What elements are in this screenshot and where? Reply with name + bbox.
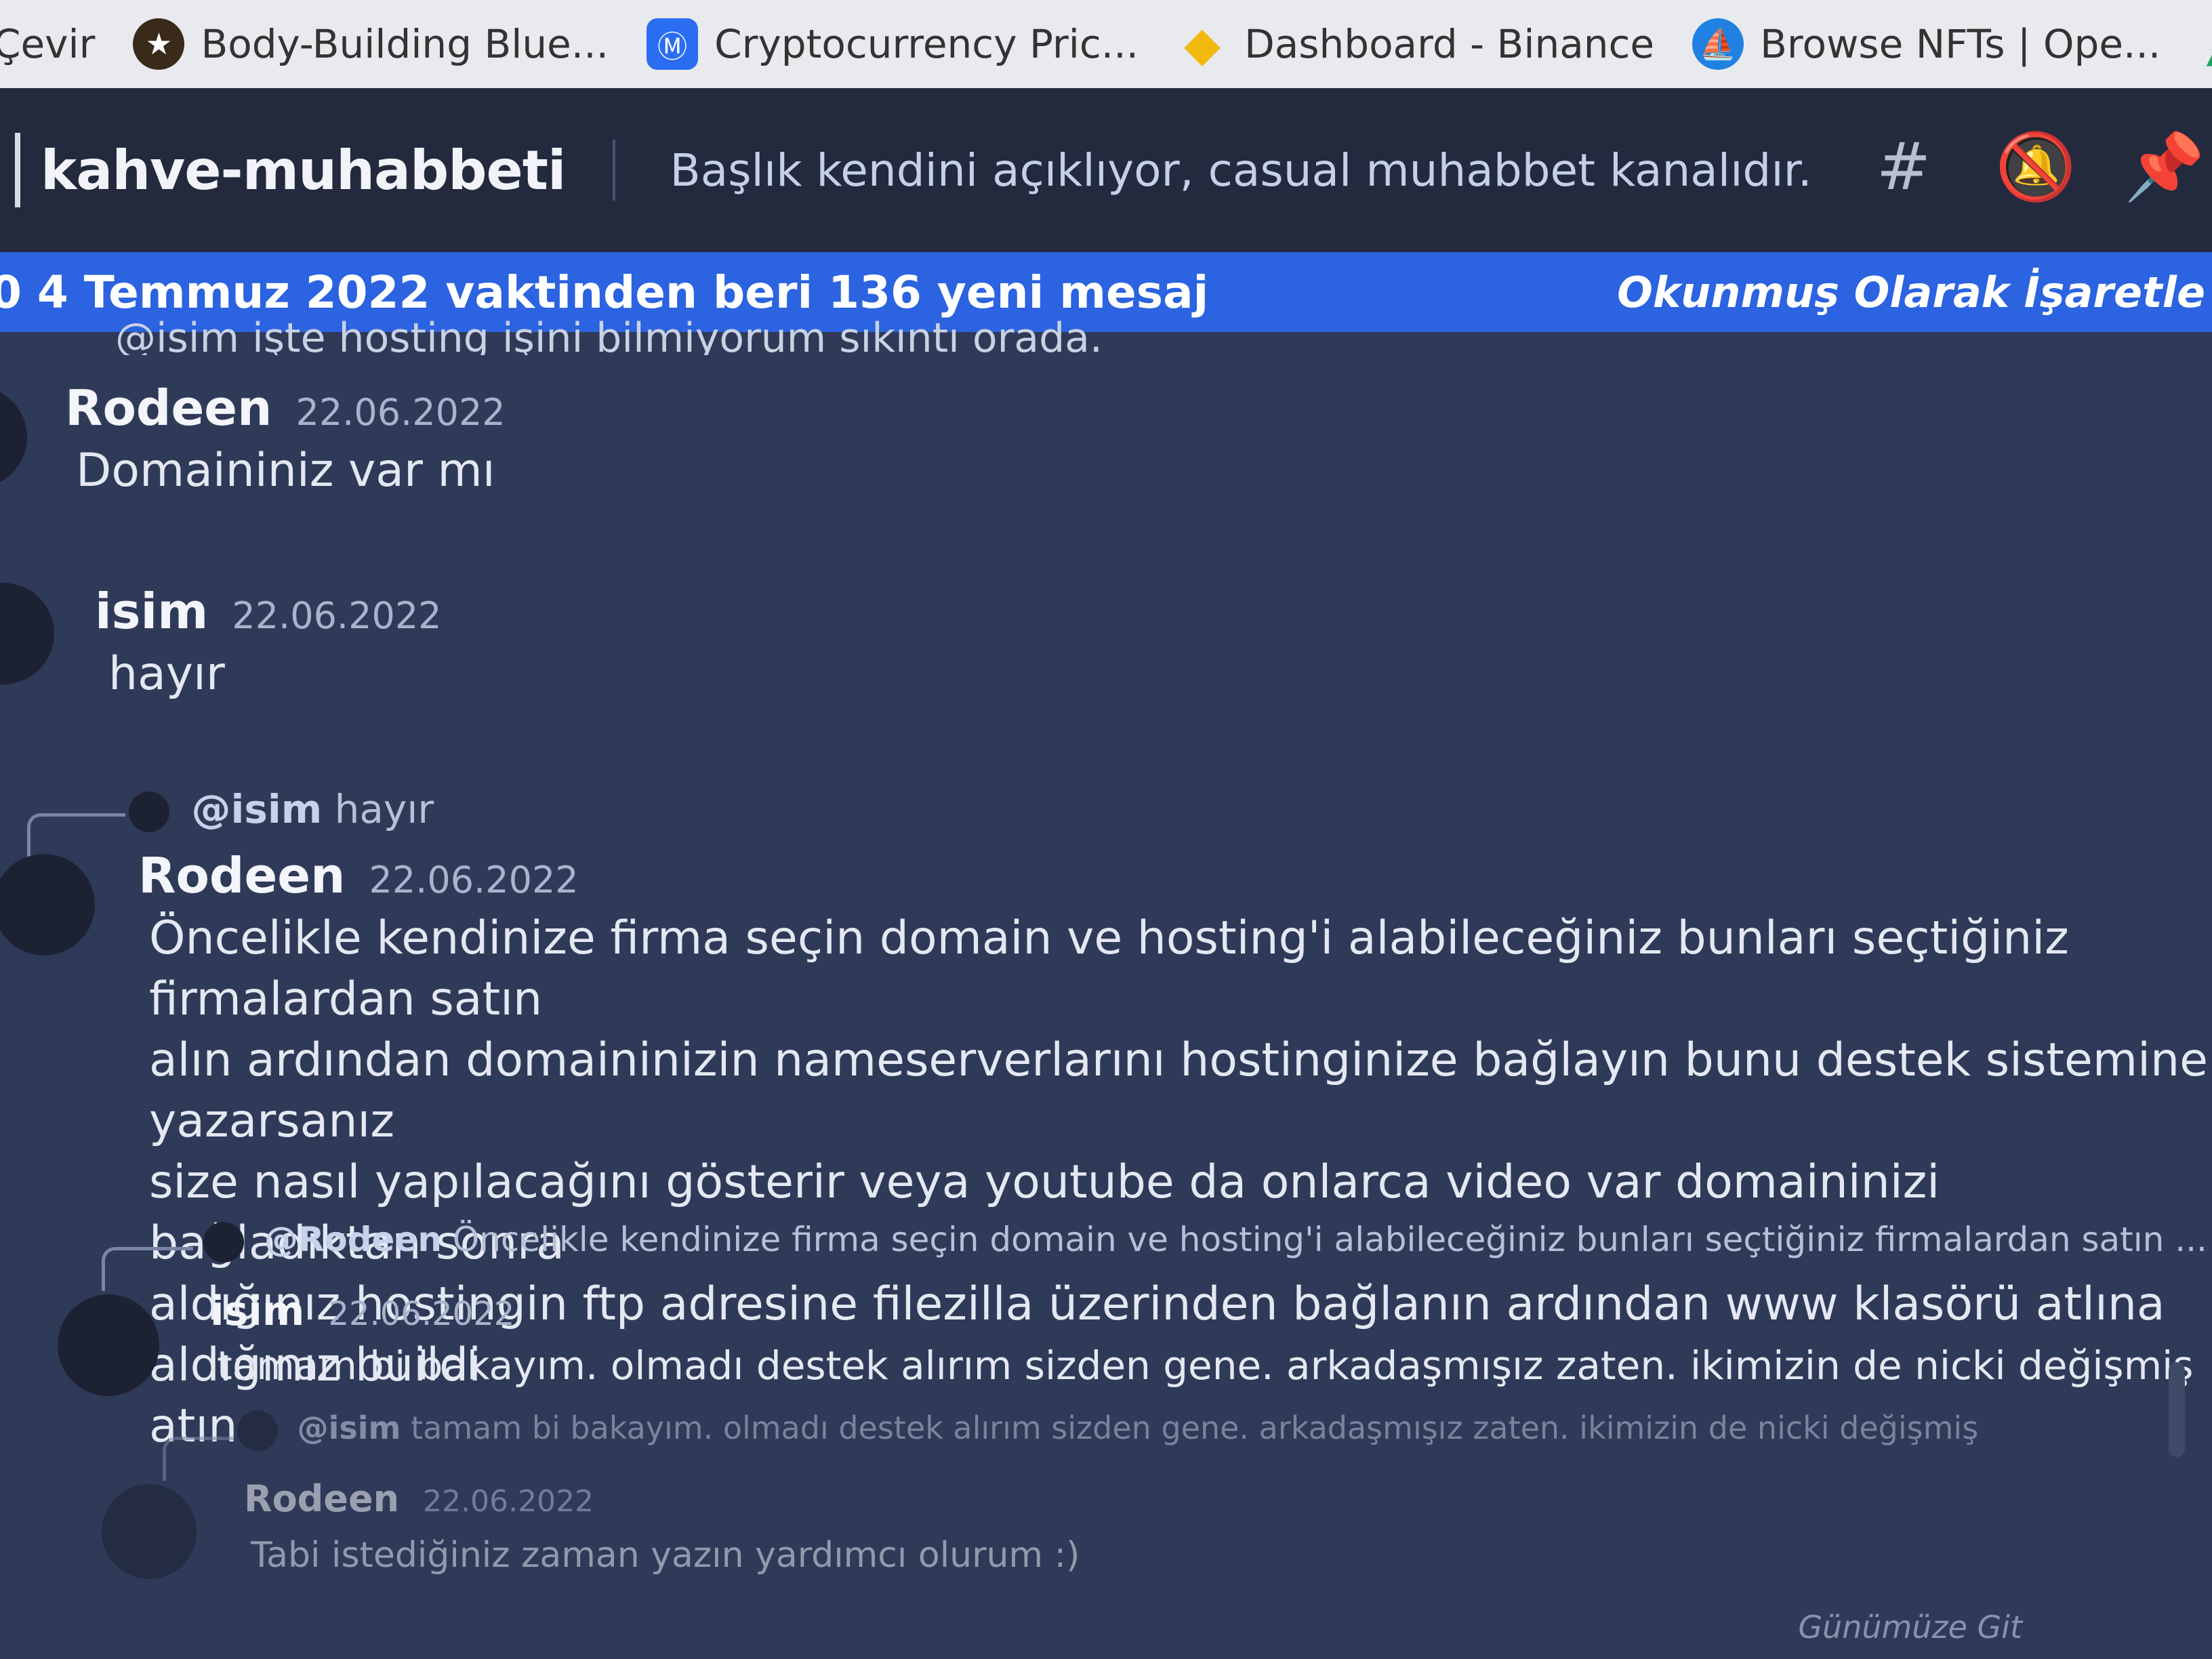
new-messages-text[interactable]: 0 4 Temmuz 2022 vaktinden beri 136 yeni … [0,266,1208,319]
avatar[interactable] [102,1484,197,1579]
bookmark-label: Çevir [0,21,96,67]
clipped-message-text: @isim işte hosting işini bilmiyorum sıkı… [115,314,1103,355]
reply-avatar [129,791,169,832]
message-content: tamam bi bakayım. olmadı destek alırım s… [217,1343,2194,1389]
bookmark-coinmarketcap[interactable]: Ⓜ Cryptocurrency Pric... [647,18,1139,70]
reply-preview[interactable]: @isim hayır [129,786,434,832]
binance-icon: ◆ [1184,16,1221,72]
reply-preview[interactable]: @isim tamam bi bakayım. olmadı destek al… [237,1410,1978,1451]
message-timestamp: 22.06.2022 [328,1295,515,1333]
avatar[interactable] [0,854,95,956]
mute-bell-icon[interactable]: 🔕 [1995,129,2076,205]
opensea-icon: ⛵ [1692,18,1744,70]
pin-icon[interactable]: 📌 [2124,129,2205,205]
message-content: Domaininiz var mı [76,444,495,497]
message-author[interactable]: isim [210,1288,304,1335]
message-author[interactable]: Rodeen [65,380,272,436]
channel-name: kahve-muhabbeti [41,138,566,202]
bookmark-translate[interactable]: Çevir [0,21,95,67]
reply-mention[interactable]: @Rodeen [264,1220,442,1259]
google-drive-icon: ▲ [2198,16,2212,72]
message-author[interactable]: Rodeen [138,847,345,904]
message-author[interactable]: isim [95,583,208,640]
reply-connector [102,1247,193,1291]
header-divider [613,140,616,201]
reply-mention[interactable]: @isim [191,786,322,832]
bookmark-label: Body-Building Blue... [201,21,609,67]
bookmark-label: Cryptocurrency Pric... [714,21,1139,67]
reply-text: tamam bi bakayım. olmadı destek alırım s… [411,1410,1979,1446]
jump-to-present-button[interactable]: Günümüze Git [1798,1609,2022,1645]
header-toolbar: # 🔕 📌 [1866,129,2205,205]
bookmark-bodybuilding[interactable]: ★ Body-Building Blue... [133,18,609,70]
reply-mention[interactable]: @isim [298,1410,401,1446]
header-accent-bar [15,133,20,207]
message-content: Tabi istediğiniz zaman yazın yardımcı ol… [251,1535,1080,1576]
bookmark-opensea[interactable]: ⛵ Browse NFTs | Ope... [1692,18,2160,70]
channel-topic[interactable]: Başlık kendini açıklıyor, casual muhabbe… [670,144,1811,197]
bookmarks-bar: Çevir ★ Body-Building Blue... Ⓜ Cryptocu… [0,0,2212,88]
message-line: alın ardından domaininizin nameserverlar… [149,1033,2208,1148]
message-timestamp: 22.06.2022 [295,391,506,434]
reply-connector [163,1437,234,1481]
scrollbar-thumb[interactable] [2169,1362,2185,1457]
bodybuilding-icon: ★ [133,18,185,70]
reply-text: Öncelikle kendinize firma seçin domain v… [452,1220,2207,1259]
mark-as-read-button[interactable]: Okunmuş Olarak İşaretle [1617,268,2205,317]
reply-avatar [203,1221,244,1263]
avatar[interactable] [58,1294,159,1396]
message-timestamp: 22.06.2022 [232,594,442,637]
bookmark-google-drive[interactable]: ▲ DC [2198,16,2212,72]
message-timestamp: 22.06.2022 [369,859,579,901]
reply-avatar [237,1410,278,1451]
bookmark-binance[interactable]: ◆ Dashboard - Binance [1176,16,1655,72]
bookmark-label: Dashboard - Binance [1244,21,1655,67]
coinmarketcap-icon: Ⓜ [647,18,699,70]
message-content: hayır [108,647,225,701]
reply-preview[interactable]: @Rodeen Öncelikle kendinize firma seçin … [203,1220,2207,1263]
avatar[interactable] [0,583,54,684]
threads-icon[interactable]: # [1866,129,1941,205]
avatar[interactable] [0,386,27,488]
bookmark-label: Browse NFTs | Ope... [1760,21,2161,67]
message-author[interactable]: Rodeen [244,1477,399,1520]
message-timestamp: 22.06.2022 [423,1484,594,1519]
message-line: Öncelikle kendinize firma seçin domain v… [149,912,2069,1026]
reply-text: hayır [334,786,434,832]
message-list: @isim işte hosting işini bilmiyorum sıkı… [0,314,2212,1659]
reply-connector [27,813,125,857]
channel-header: kahve-muhabbeti Başlık kendini açıklıyor… [0,88,2212,252]
